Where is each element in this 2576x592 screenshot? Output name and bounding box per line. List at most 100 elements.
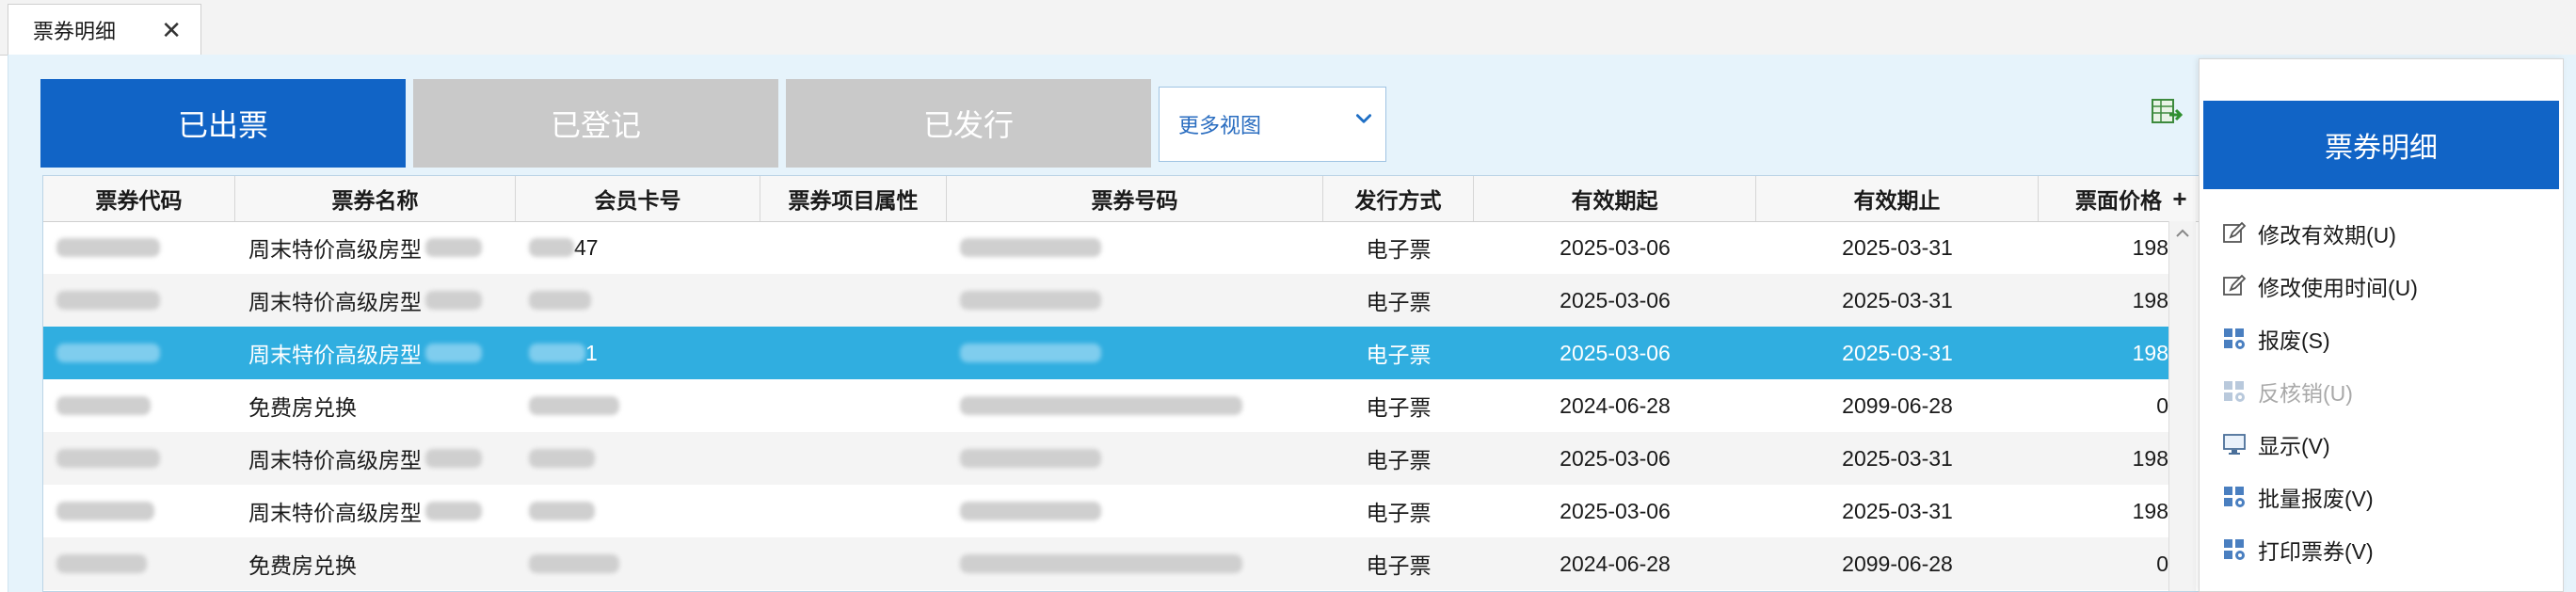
cell-valid-from: 2025-03-06 [1560, 445, 1671, 471]
cell-valid-from: 2025-03-06 [1560, 498, 1671, 523]
chevron-up-icon[interactable] [2173, 227, 2192, 240]
cell-valid-from: 2025-03-06 [1560, 234, 1671, 260]
cell-valid-to: 2025-03-31 [1842, 340, 1953, 365]
cell-mode: 电子票 [1366, 343, 1432, 367]
menu-item-label: 打印票券(V) [2258, 539, 2374, 564]
content-area: 已出票 已登记 已发行 更多视图 票券代码 票券名称 会员卡号 票券项目属性 票… [8, 55, 2576, 592]
col-header-attribute[interactable]: 票券项目属性 [760, 176, 947, 221]
col-header-valid-from[interactable]: 有效期起 [1474, 176, 1756, 221]
menu-item-label: 批量报废(V) [2258, 487, 2374, 511]
cell-price: 198 [2132, 234, 2168, 260]
table-row[interactable]: 周末特价高级房型 电子票 2025-03-06 2025-03-31 198 [43, 432, 2168, 485]
table-row[interactable]: 周末特价高级房型 电子票 2025-03-06 2025-03-31 198 [43, 274, 2168, 327]
cell-code [43, 274, 235, 327]
cell-price: 0 [2156, 392, 2168, 418]
tab-label: 票券明细 [33, 19, 117, 43]
menu-item-label: 修改有效期(U) [2258, 223, 2396, 248]
cell-valid-to: 2099-06-28 [1842, 392, 1953, 418]
view-published-button[interactable]: 已发行 [786, 79, 1151, 168]
cell-valid-to: 2099-06-28 [1842, 551, 1953, 576]
cell-valid-to: 2025-03-31 [1842, 445, 1953, 471]
cell-valid-from: 2024-06-28 [1560, 551, 1671, 576]
cell-code [43, 379, 235, 432]
menu-item-label: 修改使用时间(U) [2258, 276, 2418, 300]
cell-attribute [760, 432, 947, 485]
cell-number [947, 327, 1323, 379]
col-header-price[interactable]: 票面价格 [2039, 176, 2166, 221]
cell-name: 周末特价高级房型 [235, 432, 516, 485]
export-excel-icon[interactable] [2151, 96, 2183, 128]
menu-item-reverse-verify: 反核销(U) [2222, 368, 2353, 415]
cell-mode: 电子票 [1366, 290, 1432, 314]
monitor-icon [2223, 434, 2246, 455]
menu-item-label: 反核销(U) [2258, 381, 2353, 406]
cell-card [516, 432, 760, 485]
cell-attribute [760, 274, 947, 327]
cell-card [516, 379, 760, 432]
menu-title: 票券明细 [2203, 101, 2559, 189]
cell-price: 198 [2132, 340, 2168, 365]
cell-name: 周末特价高级房型 [235, 221, 516, 274]
col-header-valid-to[interactable]: 有效期止 [1756, 176, 2039, 221]
cell-card [516, 274, 760, 327]
col-header-card[interactable]: 会员卡号 [516, 176, 760, 221]
menu-item-print-ticket[interactable]: 打印票券(V) [2222, 526, 2374, 573]
cell-price: 198 [2132, 287, 2168, 312]
cell-name: 周末特价高级房型 [235, 327, 516, 379]
col-header-number[interactable]: 票券号码 [947, 176, 1323, 221]
cell-number [947, 485, 1323, 537]
menu-item-edit-validity[interactable]: 修改有效期(U) [2222, 210, 2396, 257]
gear-blocks-icon [2224, 539, 2245, 560]
menu-item-batch-scrap[interactable]: 批量报废(V) [2222, 473, 2374, 520]
cell-valid-from: 2025-03-06 [1560, 287, 1671, 312]
table-row-selected[interactable]: 周末特价高级房型 1 电子票 2025-03-06 2025-03-31 198 [43, 327, 2168, 379]
cell-attribute [760, 327, 947, 379]
close-icon[interactable]: ✕ [161, 18, 182, 42]
cell-valid-to: 2025-03-31 [1842, 287, 1953, 312]
menu-item-label: 显示(V) [2258, 434, 2330, 458]
gear-blocks-icon [2224, 328, 2245, 349]
tab-ticket-details[interactable]: 票券明细 ✕ [8, 4, 201, 55]
cell-mode: 电子票 [1366, 553, 1432, 578]
cell-mode: 电子票 [1366, 501, 1432, 525]
cell-card: 1 [516, 327, 760, 379]
cell-card [516, 485, 760, 537]
cell-card [516, 537, 760, 590]
view-issued-button[interactable]: 已出票 [40, 79, 406, 168]
chevron-down-icon [1355, 114, 1372, 123]
cell-name: 免费房兑换 [248, 395, 357, 420]
menu-item-display[interactable]: 显示(V) [2222, 421, 2330, 468]
gear-blocks-icon [2224, 487, 2245, 507]
more-views-select[interactable]: 更多视图 [1159, 87, 1386, 162]
col-header-name[interactable]: 票券名称 [235, 176, 516, 221]
cell-code [43, 432, 235, 485]
cell-valid-to: 2025-03-31 [1842, 234, 1953, 260]
table-row[interactable]: 免费房兑换 电子票 2024-06-28 2099-06-28 0 [43, 537, 2168, 590]
cell-number [947, 537, 1323, 590]
more-views-label: 更多视图 [1178, 114, 1262, 137]
table-row[interactable]: 免费房兑换 电子票 2024-06-28 2099-06-28 0 [43, 379, 2168, 432]
add-column-button[interactable]: + [2166, 176, 2194, 221]
ticket-grid: 票券代码 票券名称 会员卡号 票券项目属性 票券号码 发行方式 有效期起 有效期… [42, 175, 2215, 592]
cell-number [947, 274, 1323, 327]
cell-name: 周末特价高级房型 [235, 485, 516, 537]
table-row[interactable]: 周末特价高级房型 电子票 2025-03-06 2025-03-31 198 [43, 485, 2168, 537]
edit-icon [2223, 274, 2247, 296]
menu-item-scrap[interactable]: 报废(S) [2222, 315, 2330, 362]
cell-price: 198 [2132, 498, 2168, 523]
menu-item-edit-usage-time[interactable]: 修改使用时间(U) [2222, 263, 2418, 310]
view-registered-button[interactable]: 已登记 [413, 79, 778, 168]
cell-mode: 电子票 [1366, 237, 1432, 262]
cell-card: 47 [516, 221, 760, 274]
table-row[interactable]: 周末特价高级房型 47 电子票 2025-03-06 2025-03-31 19… [43, 221, 2168, 274]
ticket-actions-menu: 票券明细 修改有效期(U) 修改使用时间(U) 报废(S) 反核销(U) 显示(… [2199, 58, 2564, 592]
cell-code [43, 485, 235, 537]
tab-strip: 票券明细 ✕ [0, 0, 2576, 56]
col-header-code[interactable]: 票券代码 [43, 176, 235, 221]
cell-attribute [760, 485, 947, 537]
edit-icon [2223, 221, 2247, 243]
col-header-mode[interactable]: 发行方式 [1323, 176, 1474, 221]
vertical-scrollbar[interactable] [2168, 221, 2196, 591]
cell-mode: 电子票 [1366, 395, 1432, 420]
cell-valid-to: 2025-03-31 [1842, 498, 1953, 523]
